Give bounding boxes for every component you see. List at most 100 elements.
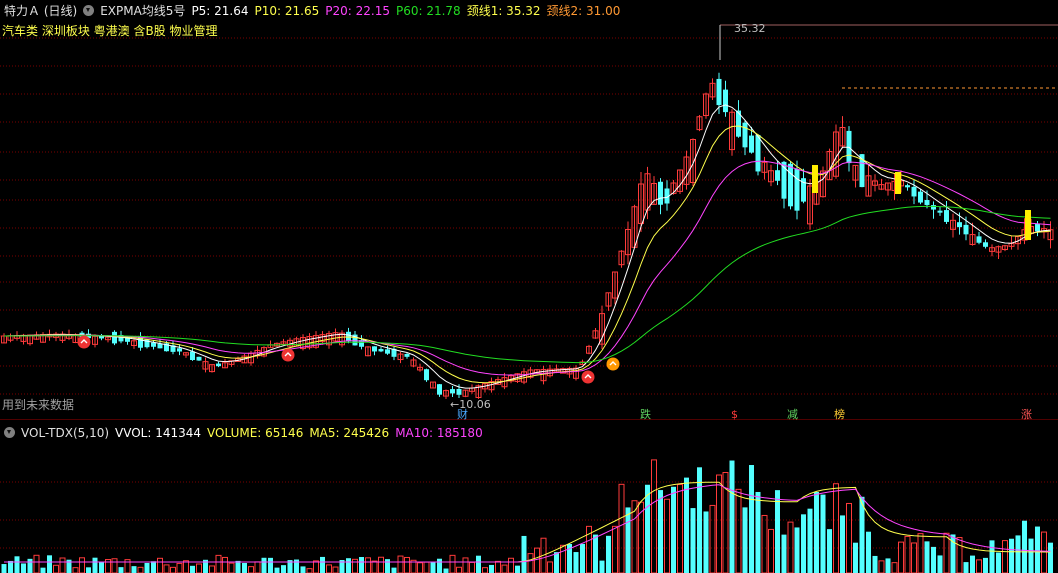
- volume-bar: [781, 534, 787, 573]
- volume-bar: [508, 557, 514, 573]
- volume-bar: [755, 491, 761, 573]
- volume-bar: [469, 561, 475, 573]
- volume-bar: [501, 564, 508, 573]
- candle-body: [456, 388, 462, 395]
- volume-bar: [606, 535, 611, 573]
- volume-bar: [99, 562, 104, 573]
- event-tag-list[interactable]: 榜: [834, 408, 845, 421]
- volume-bar: [618, 483, 625, 573]
- volume-value: VOLUME: 65146: [207, 426, 304, 440]
- ma5-value: MA5: 245426: [309, 426, 390, 440]
- volume-bar: [664, 498, 670, 573]
- volume-bar: [775, 490, 780, 573]
- volume-bar: [872, 555, 878, 573]
- candle-body: [378, 349, 384, 352]
- volume-dropdown-icon[interactable]: [4, 427, 15, 438]
- volume-bar: [489, 564, 494, 573]
- volume-bar: [176, 562, 183, 573]
- vvol-value: VVOL: 141344: [115, 426, 202, 440]
- highlight-candle: [895, 172, 901, 194]
- volume-bar: [580, 543, 585, 573]
- candle-body: [911, 186, 917, 197]
- volume-bar: [326, 564, 332, 573]
- volume-bar: [859, 496, 865, 573]
- volume-bar: [248, 566, 254, 573]
- volume-bar: [92, 557, 98, 573]
- candle-body: [937, 210, 943, 213]
- event-tag-finance[interactable]: 财: [457, 408, 468, 421]
- volume-bar: [1015, 535, 1021, 573]
- volume-bar: [612, 525, 618, 573]
- volume-bar: [671, 486, 676, 573]
- volume-bar: [59, 557, 66, 573]
- volume-bar: [761, 514, 768, 573]
- candle-body: [976, 236, 982, 243]
- volume-bar: [274, 567, 280, 573]
- volume-bar: [261, 557, 267, 573]
- volume-header: VOL-TDX(5,10) VVOL: 141344 VOLUME: 65146 MA…: [4, 424, 489, 442]
- volume-bar: [391, 567, 397, 573]
- volume-bar: [599, 560, 605, 573]
- volume-bar: [47, 555, 52, 573]
- volume-bar: [163, 564, 170, 573]
- candle-body: [216, 363, 221, 367]
- candle-body: [450, 389, 455, 394]
- volume-bar: [209, 565, 215, 573]
- volume-bar: [515, 565, 520, 573]
- volume-chart[interactable]: [0, 442, 1058, 573]
- candle-body: [924, 200, 930, 205]
- volume-bar: [573, 552, 579, 573]
- volume-bar: [956, 537, 963, 573]
- volume-bar: [625, 507, 631, 573]
- volume-bar: [86, 567, 91, 573]
- volume-bar: [151, 561, 156, 573]
- candle-body: [905, 185, 910, 188]
- candle-body: [385, 349, 390, 354]
- volume-bar: [215, 554, 222, 573]
- volume-bar: [1009, 538, 1014, 573]
- volume-bar: [697, 467, 702, 573]
- volume-bar: [268, 557, 273, 573]
- candle-body: [957, 222, 962, 228]
- volume-bar: [40, 567, 46, 573]
- volume-bar: [144, 562, 150, 573]
- candle-body: [177, 348, 182, 352]
- volume-bar: [943, 532, 950, 573]
- volume-bar: [281, 565, 286, 573]
- candle-body: [190, 351, 195, 361]
- event-tag-drop[interactable]: 跌: [640, 408, 651, 421]
- volume-bar: [462, 557, 469, 573]
- candle-body: [755, 134, 761, 172]
- candle-body: [151, 342, 156, 347]
- volume-indicator-name[interactable]: VOL-TDX(5,10): [21, 426, 109, 440]
- volume-bar: [709, 504, 716, 573]
- volume-bar: [891, 562, 898, 573]
- volume-bar: [645, 484, 650, 573]
- volume-bar: [235, 560, 241, 573]
- volume-bar: [794, 527, 800, 573]
- event-tag-money[interactable]: $: [731, 408, 738, 421]
- volume-bar: [1035, 526, 1040, 573]
- event-tag-rise[interactable]: 涨: [1021, 408, 1032, 421]
- volume-bar: [359, 557, 364, 573]
- p20-line: [4, 160, 1051, 376]
- volume-bar: [190, 565, 195, 573]
- price-chart[interactable]: [0, 0, 1058, 420]
- volume-bar: [749, 465, 754, 573]
- volume-bar: [677, 484, 683, 573]
- event-tag-reduce[interactable]: 减: [787, 408, 798, 421]
- candle-body: [404, 353, 410, 357]
- volume-bar: [332, 566, 339, 573]
- volume-bar: [371, 560, 378, 573]
- volume-bar: [527, 553, 534, 573]
- volume-bar: [547, 561, 553, 573]
- volume-bar: [27, 558, 33, 573]
- candle-body: [749, 135, 754, 153]
- volume-bar: [827, 529, 832, 573]
- signal-marker-icon: [581, 370, 595, 384]
- candle-body: [742, 122, 748, 148]
- volume-bar: [242, 562, 247, 573]
- volume-bar: [833, 483, 839, 573]
- volume-bar: [222, 556, 228, 573]
- candle-body: [794, 168, 800, 211]
